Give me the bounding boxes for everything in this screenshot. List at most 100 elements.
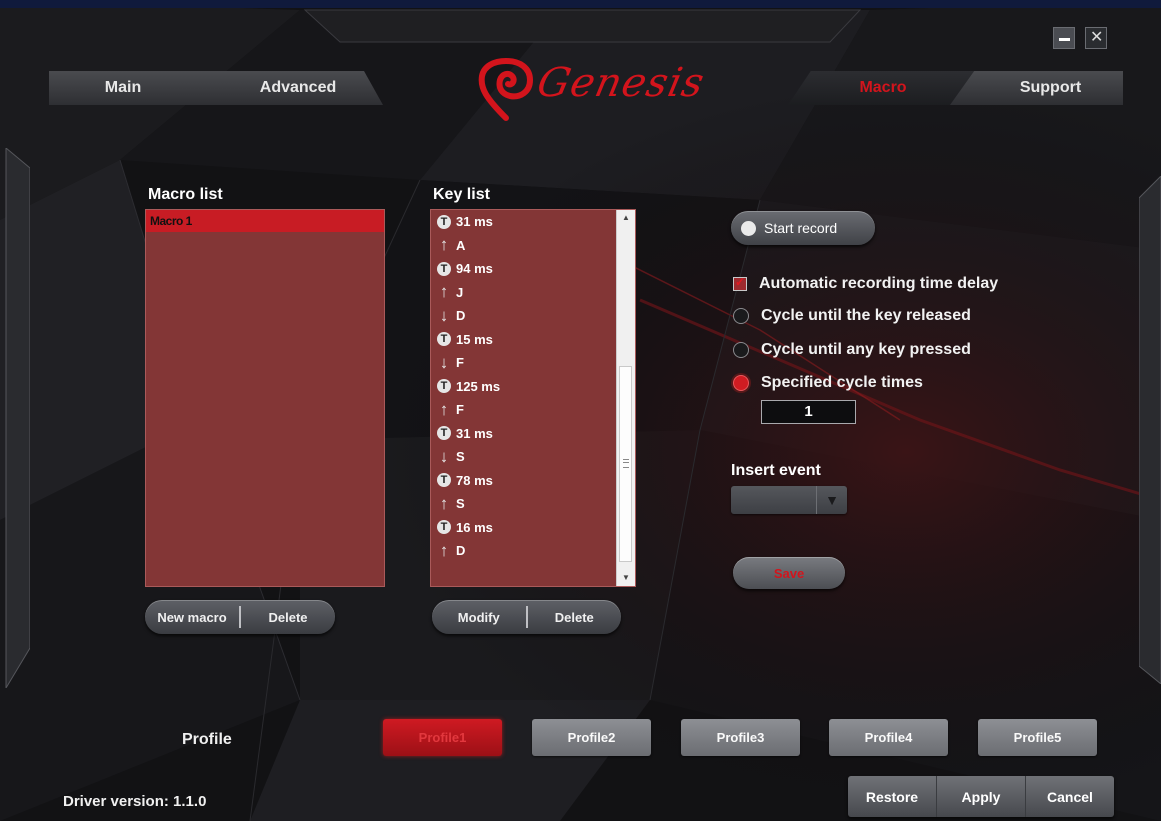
key-down-icon: ↓ [439, 446, 449, 466]
insert-event-label: Insert event [731, 462, 821, 479]
chevron-down-icon[interactable]: ▼ [816, 486, 847, 514]
minimize-button[interactable] [1053, 27, 1075, 49]
delay-icon: T [437, 472, 451, 488]
macro-buttons: New macro Delete [145, 600, 335, 634]
key-list-item-text: 78 ms [456, 472, 493, 488]
start-record-button[interactable]: Start record [731, 211, 875, 245]
radio-pressed[interactable] [733, 342, 749, 358]
key-list-item-text: 31 ms [456, 214, 493, 230]
key-list-item-text: 125 ms [456, 378, 501, 394]
key-list-item[interactable]: ↑ A [431, 234, 635, 258]
key-list-item[interactable]: T 31 ms [431, 210, 635, 234]
logo-wordmark: Genesis [533, 60, 709, 106]
macro-list[interactable]: Macro 1 [145, 209, 385, 587]
tab-main[interactable]: Main [49, 71, 217, 105]
tab-macro[interactable]: Macro [788, 71, 978, 105]
macro-list-item[interactable]: Macro 1 [146, 210, 384, 232]
cycle-times-input[interactable]: 1 [761, 400, 856, 424]
key-list-item-text: J [456, 284, 464, 300]
tab-advanced[interactable]: Advanced [193, 71, 383, 105]
scroll-down-icon[interactable]: ▼ [617, 570, 635, 586]
delete-macro-button[interactable]: Delete [241, 600, 335, 634]
key-up-icon: ↑ [439, 282, 449, 302]
key-down-icon: ↓ [439, 352, 449, 372]
cycle-specified-label: Specified cycle times [761, 374, 923, 391]
delay-icon: T [437, 261, 451, 277]
scroll-up-icon[interactable]: ▲ [617, 210, 635, 226]
key-list-item-text: F [456, 402, 464, 418]
scroll-thumb[interactable] [619, 366, 632, 562]
delay-icon: T [437, 331, 451, 347]
key-list-item-text: 94 ms [456, 261, 493, 277]
right-side-panel [1139, 176, 1161, 684]
profile-3-button[interactable]: Profile3 [681, 719, 800, 756]
key-list-item-text: S [456, 449, 465, 465]
apply-button[interactable]: Apply [937, 776, 1025, 817]
key-list-item-text: D [456, 543, 466, 559]
key-list-item[interactable]: ↓ S [431, 445, 635, 469]
cycle-pressed-label: Cycle until any key pressed [761, 341, 971, 358]
key-list-item[interactable]: ↓ F [431, 351, 635, 375]
key-list-item[interactable]: ↑ F [431, 398, 635, 422]
close-button[interactable]: ✕ [1085, 27, 1107, 49]
record-dot-icon [741, 220, 756, 236]
delay-icon: T [437, 214, 451, 230]
key-list-item[interactable]: T 31 ms [431, 422, 635, 446]
tab-support[interactable]: Support [950, 71, 1123, 105]
close-icon: ✕ [1090, 29, 1104, 46]
left-side-panel [5, 148, 30, 688]
tab-advanced-label: Advanced [259, 79, 337, 96]
key-list-item[interactable]: ↑ D [431, 539, 635, 563]
key-list-item[interactable]: T 94 ms [431, 257, 635, 281]
radio-released[interactable] [733, 308, 749, 324]
restore-button[interactable]: Restore [848, 776, 936, 817]
tab-support-label: Support [1019, 79, 1082, 96]
key-list-item[interactable]: T 15 ms [431, 328, 635, 352]
key-list-item[interactable]: T 16 ms [431, 516, 635, 540]
cycle-option-specified[interactable]: Specified cycle times [733, 372, 923, 394]
cycle-option-released[interactable]: Cycle until the key released [733, 305, 971, 327]
tab-main-label: Main [104, 79, 142, 96]
key-list-item-text: A [456, 237, 466, 253]
auto-delay-checkbox[interactable] [733, 275, 747, 291]
radio-specified[interactable] [733, 375, 749, 391]
cancel-button[interactable]: Cancel [1026, 776, 1114, 817]
macro-list-title: Macro list [148, 186, 223, 203]
key-list-scrollbar[interactable]: ▲ ▼ [616, 210, 635, 586]
profile-label: Profile [182, 731, 232, 748]
key-list-item[interactable]: ↓ D [431, 304, 635, 328]
key-list-item[interactable]: ↑ J [431, 281, 635, 305]
genesis-spiral-icon [478, 57, 534, 121]
profile-2-button[interactable]: Profile2 [532, 719, 651, 756]
key-up-icon: ↑ [439, 493, 449, 513]
key-list-item[interactable]: T 78 ms [431, 469, 635, 493]
key-list-item-text: 15 ms [456, 331, 493, 347]
delay-icon: T [437, 378, 451, 394]
delay-icon: T [437, 519, 451, 535]
footer-buttons: Restore Apply Cancel [848, 776, 1114, 817]
auto-delay-option[interactable]: Automatic recording time delay [733, 273, 998, 295]
window-top-strip [0, 0, 1161, 8]
profile-5-button[interactable]: Profile5 [978, 719, 1097, 756]
cycle-option-pressed[interactable]: Cycle until any key pressed [733, 339, 971, 361]
save-button[interactable]: Save [733, 557, 845, 589]
key-list[interactable]: T 31 ms ↑ A T 94 ms ↑ J ↓ D T 15 ms ↓ F T 125 ms ↑ F T 31 m… [430, 209, 636, 587]
key-list-item-text: S [456, 496, 465, 512]
key-list-item-text: 16 ms [456, 519, 493, 535]
key-list-item[interactable]: T 125 ms [431, 375, 635, 399]
key-list-title: Key list [433, 186, 490, 203]
key-list-item-text: D [456, 308, 466, 324]
driver-version: Driver version: 1.1.0 [63, 793, 207, 810]
genesis-logo: Genesis [476, 57, 709, 122]
delay-icon: T [437, 425, 451, 441]
new-macro-button[interactable]: New macro [145, 600, 239, 634]
modify-key-button[interactable]: Modify [432, 600, 526, 634]
key-list-item[interactable]: ↑ S [431, 492, 635, 516]
profile-4-button[interactable]: Profile4 [829, 719, 948, 756]
start-record-label: Start record [764, 220, 838, 236]
delete-key-button[interactable]: Delete [528, 600, 622, 634]
profile-1-button[interactable]: Profile1 [383, 719, 502, 756]
key-down-icon: ↓ [439, 305, 449, 325]
grip-icon [623, 459, 629, 468]
insert-event-select[interactable]: ▼ [731, 486, 847, 514]
